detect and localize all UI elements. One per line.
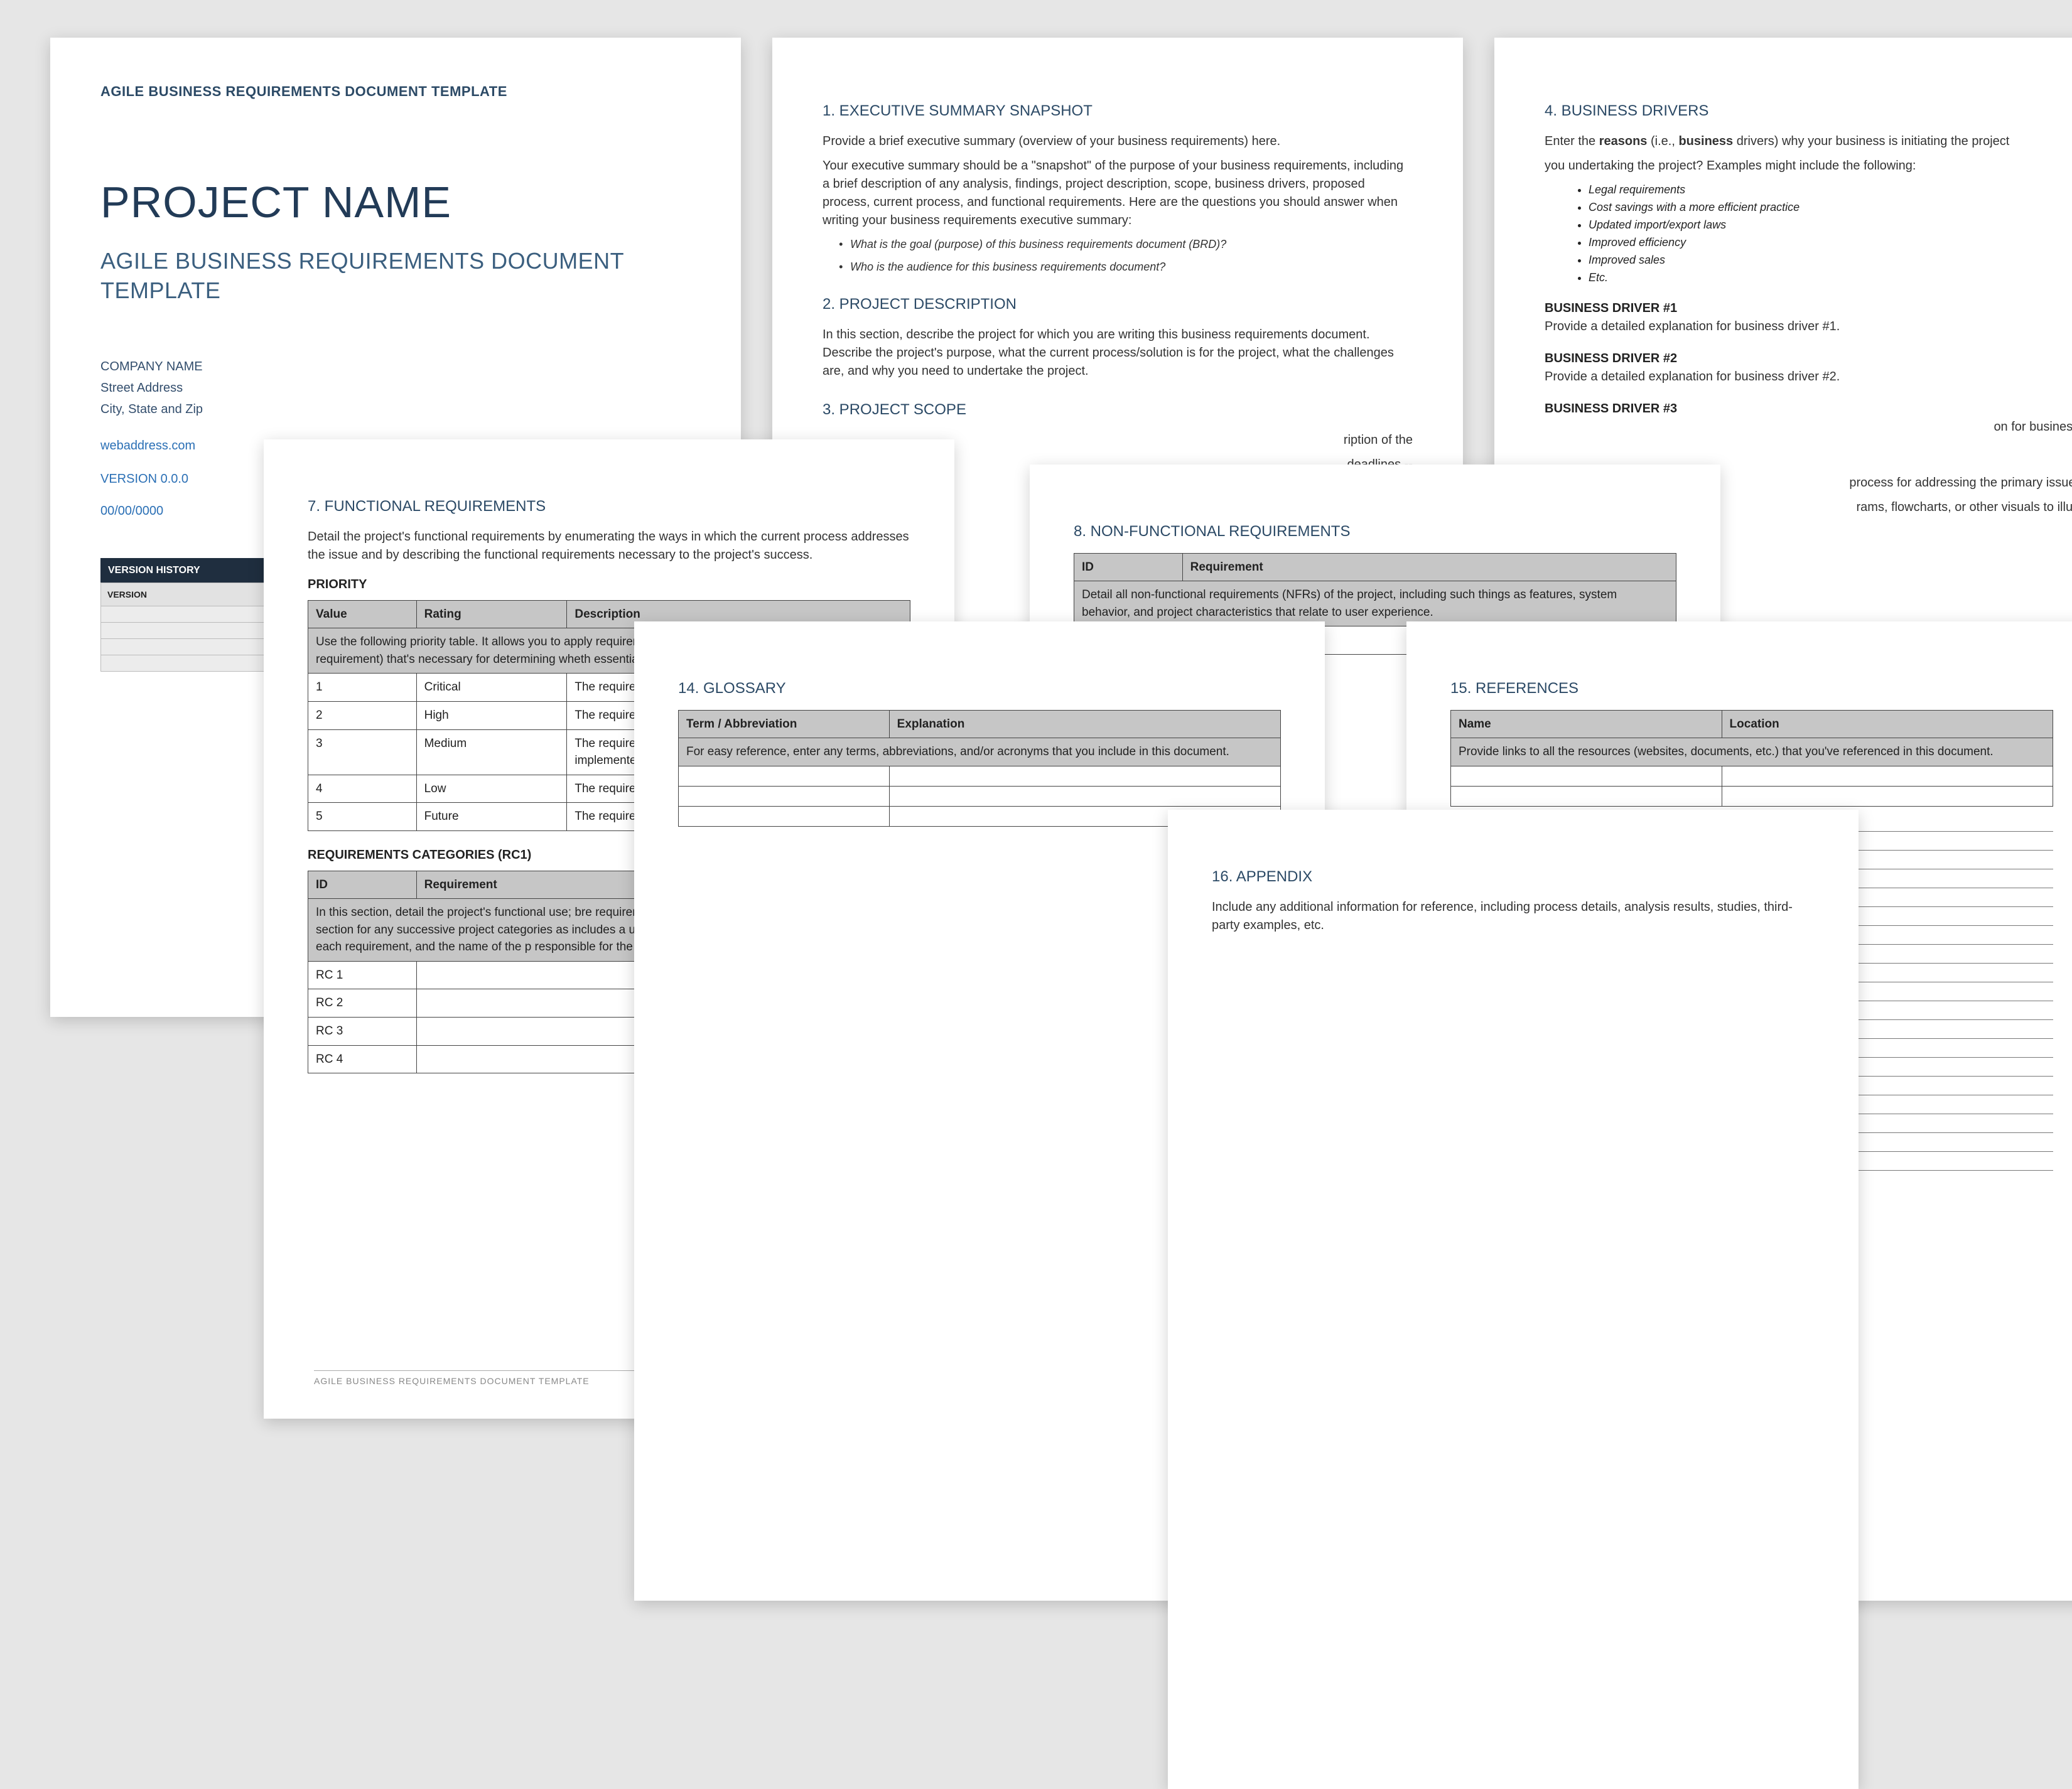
func-intro: Detail the project's functional requirem… xyxy=(308,528,910,564)
sec-project-scope: 3. PROJECT SCOPE xyxy=(823,399,1413,421)
glossary-instr: For easy reference, enter any terms, abb… xyxy=(679,738,1281,766)
sec-glossary: 14. GLOSSARY xyxy=(678,678,1281,700)
drivers-intro2: you undertaking the project? Examples mi… xyxy=(1545,157,2072,175)
driver3-frag: on for business driver #3. xyxy=(1545,418,2072,436)
glossary-table: For easy reference, enter any terms, abb… xyxy=(678,710,1281,827)
project-name: PROJECT NAME xyxy=(100,171,691,235)
page-appendix: 16. APPENDIX Include any additional info… xyxy=(1168,810,1859,1789)
sec-references: 15. REFERENCES xyxy=(1450,678,2053,700)
references-instr: Provide links to all the resources (webs… xyxy=(1451,738,2053,766)
exec-p2: Your executive summary should be a "snap… xyxy=(823,157,1413,230)
priority-label: PRIORITY xyxy=(308,576,910,594)
street: Street Address xyxy=(100,377,691,399)
subtitle: AGILE BUSINESS REQUIREMENTS DOCUMENT TEM… xyxy=(100,247,691,306)
driver2-lbl: BUSINESS DRIVER #2 xyxy=(1545,350,2072,368)
city-state-zip: City, State and Zip xyxy=(100,399,691,420)
exec-b1: What is the goal (purpose) of this busin… xyxy=(823,236,1413,252)
sec-functional-req: 7. FUNCTIONAL REQUIREMENTS xyxy=(308,496,910,518)
sec-business-drivers: 4. BUSINESS DRIVERS xyxy=(1545,100,2072,122)
exec-p1: Provide a brief executive summary (overv… xyxy=(823,132,1413,151)
sec-nfr: 8. NON-FUNCTIONAL REQUIREMENTS xyxy=(1074,521,1676,543)
drivers-intro: Enter the reasons (i.e., business driver… xyxy=(1545,132,2072,151)
sec-exec-summary: 1. EXECUTIVE SUMMARY SNAPSHOT xyxy=(823,100,1413,122)
driver1-lbl: BUSINESS DRIVER #1 xyxy=(1545,299,2072,318)
driver2-text: Provide a detailed explanation for busin… xyxy=(1545,368,2072,386)
desc-p1: In this section, describe the project fo… xyxy=(823,326,1413,380)
sec-project-description: 2. PROJECT DESCRIPTION xyxy=(823,294,1413,316)
driver1-text: Provide a detailed explanation for busin… xyxy=(1545,318,2072,336)
appendix-text: Include any additional information for r… xyxy=(1212,898,1815,935)
doc-type-heading: AGILE BUSINESS REQUIREMENTS DOCUMENT TEM… xyxy=(100,82,691,102)
driver3-lbl: BUSINESS DRIVER #3 xyxy=(1545,400,2072,418)
sec-appendix: 16. APPENDIX xyxy=(1212,866,1815,888)
references-table: Provide links to all the resources (webs… xyxy=(1450,710,2053,807)
nfr-instr: Detail all non-functional requirements (… xyxy=(1074,581,1676,626)
company-name: COMPANY NAME xyxy=(100,356,691,377)
drivers-example-list: Legal requirements Cost savings with a m… xyxy=(1545,181,2072,286)
exec-b2: Who is the audience for this business re… xyxy=(823,259,1413,275)
